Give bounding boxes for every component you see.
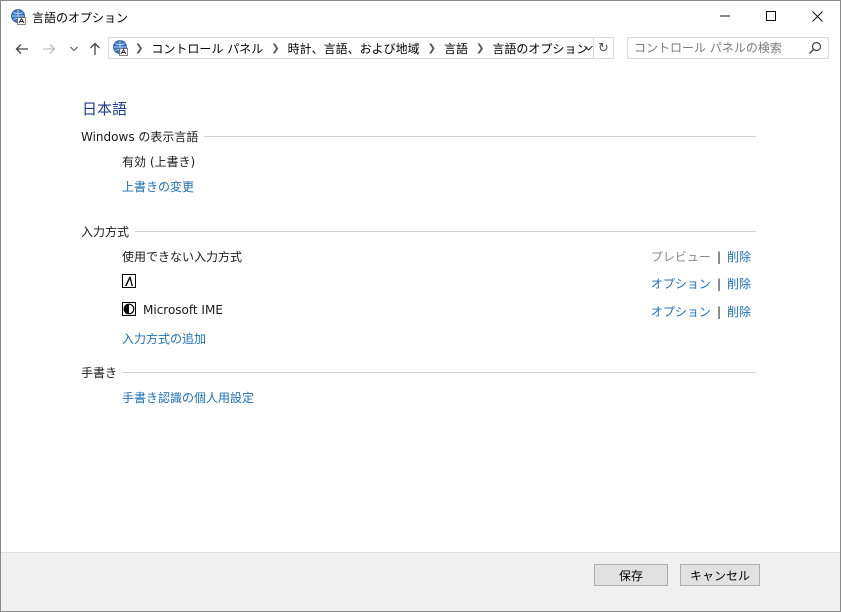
- breadcrumb-clock-language-region[interactable]: 時計、言語、および地域: [288, 40, 420, 57]
- preview-link: プレビュー: [650, 250, 711, 264]
- input-method-actions: プレビュー | 削除: [651, 248, 751, 265]
- arrow-up-icon: [90, 42, 100, 55]
- action-separator: |: [716, 249, 721, 264]
- refresh-icon: ↻: [598, 40, 609, 56]
- display-language-status: 有効 (上書き): [122, 155, 196, 169]
- input-method-actions: オプション | 削除: [651, 303, 751, 320]
- chevron-down-icon: [70, 46, 78, 52]
- language-title: 日本語: [82, 100, 128, 118]
- address-dropdown-button[interactable]: [581, 40, 595, 56]
- breadcrumb-separator-icon[interactable]: ❯: [271, 43, 279, 54]
- input-method-actions: オプション | 削除: [651, 275, 751, 292]
- breadcrumb-separator-icon[interactable]: ❯: [476, 43, 484, 54]
- navigation-bar: ❯ コントロール パネル ❯ 時計、言語、および地域 ❯ 言語 ❯ 言語のオプシ…: [1, 35, 840, 63]
- recent-locations-button[interactable]: [67, 39, 81, 59]
- back-button[interactable]: [12, 39, 32, 59]
- breadcrumb-control-panel[interactable]: コントロール パネル: [151, 40, 263, 57]
- breadcrumb: ❯ コントロール パネル ❯ 時計、言語、および地域 ❯ 言語 ❯ 言語のオプシ…: [131, 38, 588, 58]
- options-link[interactable]: オプション: [651, 303, 711, 320]
- minimize-button[interactable]: [702, 1, 748, 31]
- options-link[interactable]: オプション: [651, 275, 711, 292]
- arrow-right-icon: [43, 44, 56, 54]
- minimize-icon: [720, 15, 730, 17]
- save-button[interactable]: 保存: [594, 564, 668, 586]
- action-separator: |: [716, 304, 721, 319]
- window-title: 言語のオプション: [32, 11, 129, 25]
- up-button[interactable]: [86, 39, 104, 59]
- close-button[interactable]: [794, 1, 840, 31]
- remove-link[interactable]: 削除: [727, 275, 751, 292]
- input-methods-section: 入力方式: [81, 223, 756, 240]
- breadcrumb-language[interactable]: 言語: [444, 40, 468, 57]
- search-input[interactable]: [634, 40, 804, 56]
- arrow-left-icon: [15, 44, 28, 54]
- breadcrumb-language-options[interactable]: 言語のオプション: [492, 40, 588, 57]
- breadcrumb-separator-icon[interactable]: ❯: [135, 43, 143, 54]
- search-icon[interactable]: [808, 41, 822, 55]
- main-content: 日本語 Windows の表示言語 有効 (上書き) 上書きの変更 入力方式 使…: [1, 63, 840, 552]
- title-bar[interactable]: 言語のオプション: [1, 1, 840, 31]
- remove-link[interactable]: 削除: [727, 303, 751, 320]
- language-options-window: 言語のオプション ❯ コントロール パネル ❯ 時計、言語、および地域 ❯ 言語…: [0, 0, 841, 612]
- section-heading: Windows の表示言語: [81, 128, 205, 145]
- section-heading: 手書き: [81, 364, 124, 381]
- add-input-method-link[interactable]: 入力方式の追加: [122, 330, 206, 347]
- search-box[interactable]: [627, 37, 829, 59]
- maximize-button[interactable]: [748, 1, 794, 31]
- remove-link[interactable]: 削除: [727, 248, 751, 265]
- display-language-section: Windows の表示言語: [81, 128, 756, 145]
- refresh-button[interactable]: ↻: [594, 37, 614, 59]
- language-globe-icon: [9, 8, 27, 26]
- cancel-button[interactable]: キャンセル: [680, 564, 760, 586]
- handwriting-section: 手書き: [81, 364, 756, 381]
- section-divider: [81, 231, 756, 232]
- input-method-name: Microsoft IME: [143, 303, 223, 317]
- close-icon: [811, 10, 823, 22]
- section-heading: 入力方式: [81, 223, 136, 240]
- input-method-name: 使用できない入力方式: [122, 250, 243, 264]
- control-panel-icon: [111, 39, 129, 57]
- forward-button[interactable]: [39, 39, 59, 59]
- chevron-down-icon: [583, 45, 593, 51]
- handwriting-personalization-link[interactable]: 手書き認識の個人用設定: [122, 389, 254, 406]
- maximize-icon: [766, 11, 776, 21]
- action-separator: |: [716, 276, 721, 291]
- footer-bar: 保存 キャンセル: [1, 552, 840, 611]
- breadcrumb-separator-icon[interactable]: ❯: [428, 43, 436, 54]
- change-override-link[interactable]: 上書きの変更: [122, 178, 194, 195]
- ime-a-icon: [122, 274, 136, 288]
- address-bar[interactable]: ❯ コントロール パネル ❯ 時計、言語、および地域 ❯ 言語 ❯ 言語のオプシ…: [108, 37, 594, 59]
- microsoft-ime-icon: [122, 302, 136, 316]
- section-divider: [81, 372, 756, 373]
